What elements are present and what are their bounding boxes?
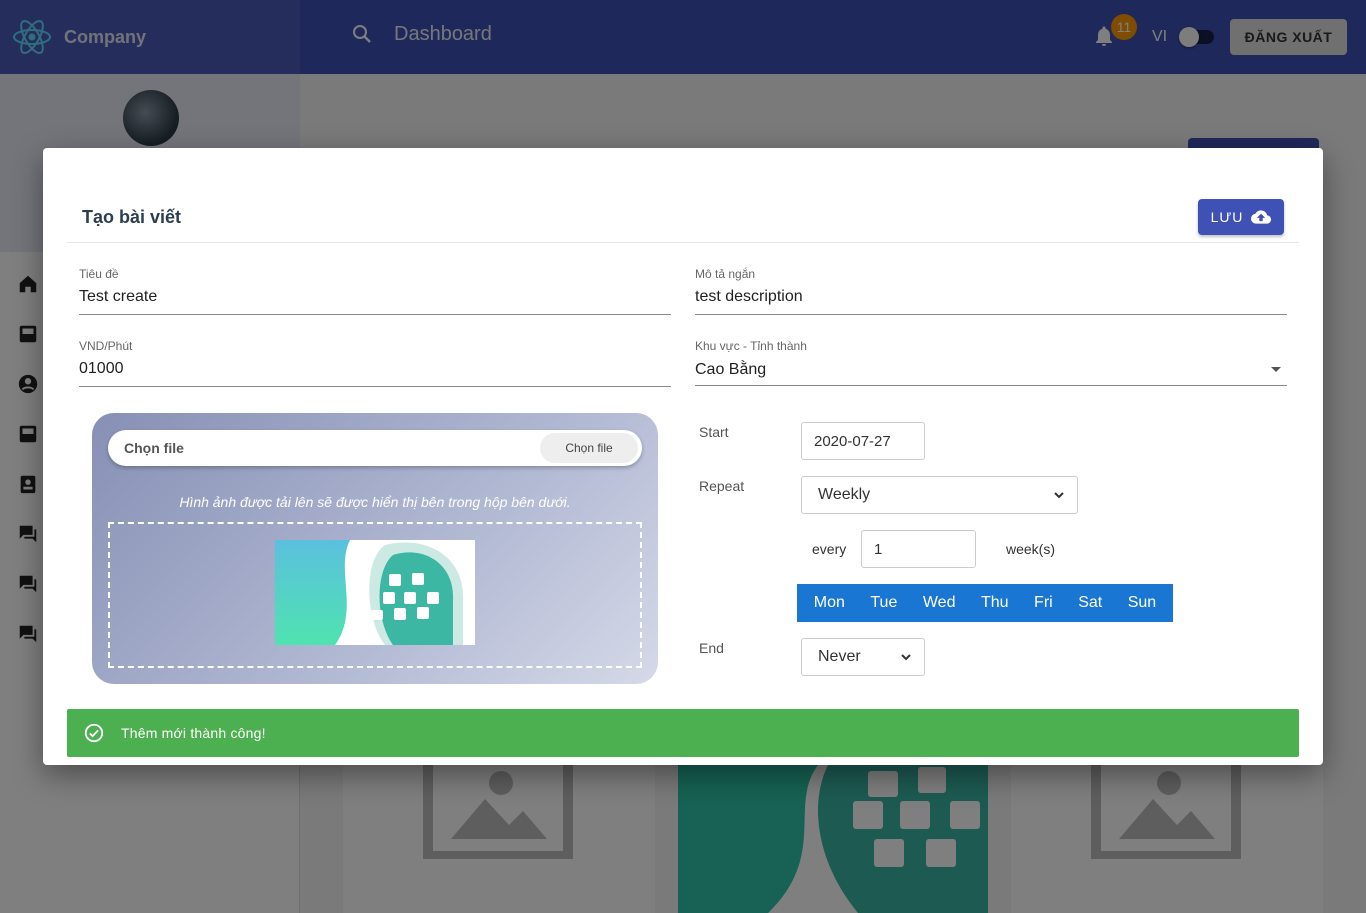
end-label: End (699, 640, 724, 656)
every-unit-label: week(s) (1006, 541, 1056, 557)
region-value: Cao Bằng (695, 361, 767, 378)
start-date-value: 2020-07-27 (814, 432, 891, 450)
price-field: VND/Phút (79, 339, 671, 387)
repeat-label: Repeat (699, 478, 745, 494)
price-label: VND/Phút (79, 339, 133, 353)
day-sun[interactable]: Sun (1128, 594, 1156, 612)
short-description-field: Mô tả ngắn (695, 267, 1287, 315)
title-label: Tiêu đề (79, 267, 119, 281)
file-chooser[interactable]: Chọn file Chọn file (108, 430, 642, 466)
region-field: Khu vực - Tỉnh thành Cao Bằng (695, 339, 1287, 386)
every-input[interactable]: 1 (861, 530, 976, 568)
every-value: 1 (874, 540, 883, 558)
save-button-label: LƯU (1210, 209, 1244, 225)
region-select[interactable]: Cao Bằng (695, 353, 1287, 386)
day-mon[interactable]: Mon (814, 594, 845, 612)
start-date-input[interactable]: 2020-07-27 (801, 422, 925, 460)
repeat-select[interactable]: Weekly (801, 476, 1078, 514)
end-value: Never (818, 648, 861, 665)
day-wed[interactable]: Wed (923, 594, 956, 612)
start-label: Start (699, 424, 729, 440)
chevron-down-icon (901, 654, 911, 661)
upload-note: Hình ảnh được tải lên sẽ được hiển thị b… (179, 494, 571, 510)
title-field: Tiêu đề (79, 267, 671, 315)
region-label: Khu vực - Tỉnh thành (695, 339, 807, 353)
cloud-upload-icon (1251, 210, 1272, 224)
repeat-value: Weekly (818, 486, 871, 503)
image-upload-panel: Chọn file Chọn file Hình ảnh được tải lê… (92, 413, 658, 684)
chevron-down-icon (1054, 492, 1064, 499)
check-circle-icon (84, 723, 104, 743)
weekday-selector: Mon Tue Wed Thu Fri Sat Sun (797, 584, 1173, 622)
day-fri[interactable]: Fri (1034, 594, 1053, 612)
file-chooser-label: Chọn file (124, 440, 184, 456)
every-label: every (812, 541, 847, 557)
dialog-title: Tạo bài viết (82, 207, 182, 227)
choose-file-button[interactable]: Chọn file (540, 433, 638, 463)
price-input[interactable] (79, 353, 671, 387)
end-select[interactable]: Never (801, 638, 925, 676)
save-button[interactable]: LƯU (1198, 199, 1284, 235)
uploaded-image-preview (275, 540, 475, 645)
title-input[interactable] (79, 281, 671, 315)
dialog-divider (67, 242, 1299, 243)
image-preview-zone[interactable] (108, 522, 642, 668)
day-thu[interactable]: Thu (981, 594, 1009, 612)
short-description-input[interactable] (695, 281, 1287, 315)
short-description-label: Mô tả ngắn (695, 267, 756, 281)
create-post-dialog: Tạo bài viết LƯU Tiêu đề Mô tả ngắn VND/… (43, 148, 1323, 765)
day-sat[interactable]: Sat (1078, 594, 1102, 612)
success-toast: Thêm mới thành công! (67, 709, 1299, 757)
day-tue[interactable]: Tue (870, 594, 897, 612)
caret-down-icon (1271, 367, 1281, 372)
toast-message: Thêm mới thành công! (121, 725, 266, 741)
